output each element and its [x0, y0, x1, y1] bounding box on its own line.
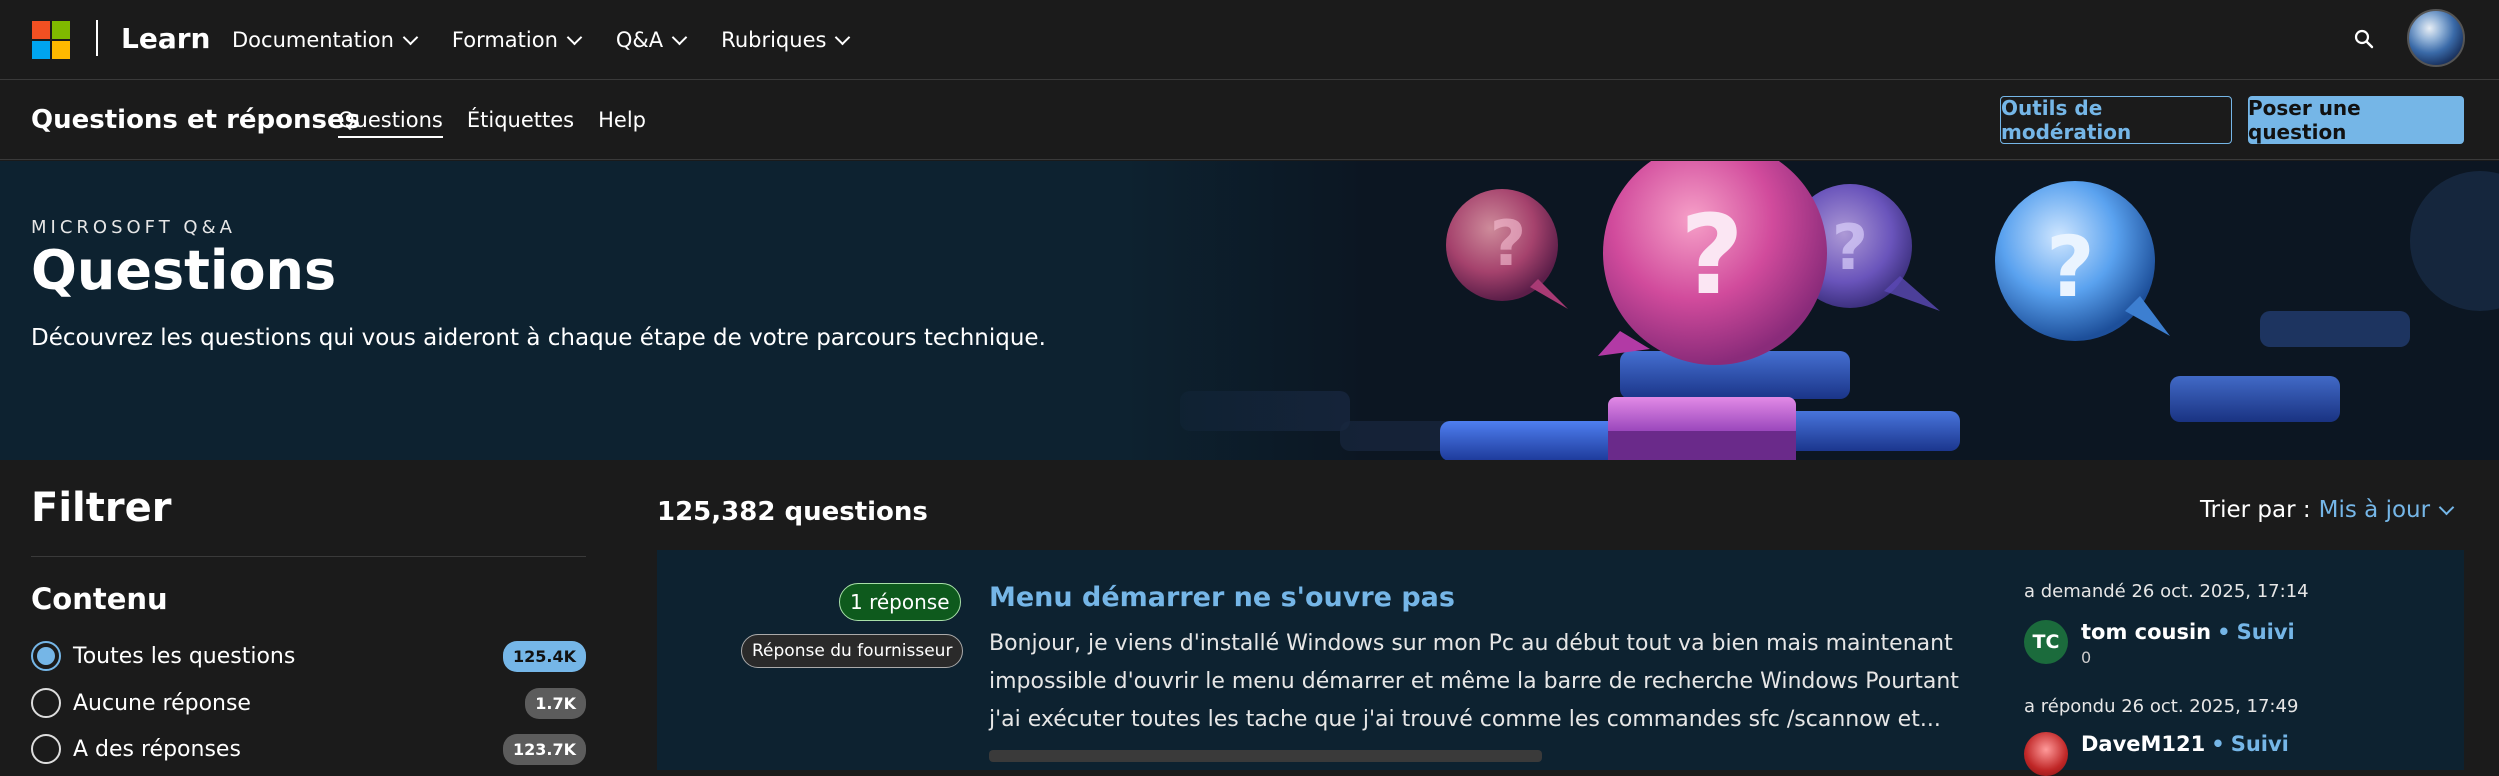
tab-questions[interactable]: Questions [338, 108, 443, 138]
user-name-row: DaveM121 • Suivi [2081, 732, 2289, 756]
top-header: Learn Documentation Formation Q&A Rubriq… [0, 0, 2499, 80]
chevron-down-icon [566, 29, 583, 45]
nav-label: Rubriques [721, 28, 827, 52]
user-avatar[interactable] [2024, 732, 2068, 776]
count-badge: 123.7K [502, 733, 586, 765]
sort-dropdown[interactable]: Trier par : Mis à jour [2200, 497, 2455, 523]
sort-label: Trier par : [2200, 497, 2311, 523]
sort-value[interactable]: Mis à jour [2319, 497, 2430, 523]
page-title: Questions [31, 239, 337, 302]
user-name-link[interactable]: tom cousin [2081, 620, 2211, 644]
question-title-link[interactable]: Menu démarrer ne s'ouvre pas [989, 582, 1455, 613]
tab-etiquettes[interactable]: Étiquettes [467, 108, 574, 138]
radio-button-checked[interactable] [31, 641, 61, 671]
vendor-answer-badge: Réponse du fournisseur [741, 634, 964, 668]
asker-info: TC tom cousin • Suivi 0 [2024, 620, 2464, 667]
user-name-row: tom cousin • Suivi [2081, 620, 2295, 644]
answerer-info: DaveM121 • Suivi [2024, 732, 2464, 776]
nav-label: Formation [451, 28, 558, 52]
nav-label: Q&A [615, 28, 664, 52]
hero-banner: MICROSOFT Q&A Questions Découvrez les qu… [0, 161, 2499, 460]
logo-divider [96, 20, 98, 56]
nav-qa[interactable]: Q&A [615, 28, 688, 52]
radio-button[interactable] [31, 688, 61, 718]
logo-square-yellow [52, 41, 70, 59]
filter-option-label: A des réponses [73, 736, 241, 762]
filter-option-label: Aucune réponse [73, 690, 251, 716]
answer-count-badge: 1 réponse [839, 583, 961, 621]
hero-description: Découvrez les questions qui vous aideron… [31, 325, 1046, 351]
answered-timestamp: a répondu 26 oct. 2025, 17:49 [2024, 696, 2299, 717]
hero-eyebrow: MICROSOFT Q&A [31, 217, 236, 238]
user-reputation: 0 [2081, 648, 2092, 667]
microsoft-logo[interactable] [32, 21, 70, 59]
filter-option-unanswered[interactable]: Aucune réponse 1.7K [31, 685, 586, 721]
nav-rubriques[interactable]: Rubriques [721, 28, 851, 52]
user-name-link[interactable]: DaveM121 [2081, 732, 2205, 756]
separator-dot: • [2211, 732, 2225, 756]
chevron-down-icon [671, 29, 688, 45]
moderation-tools-button[interactable]: Outils de modération [2000, 96, 2232, 144]
chevron-down-icon [402, 29, 419, 45]
search-icon[interactable] [2353, 28, 2375, 50]
question-count: 125,382 questions [657, 497, 928, 527]
filter-option-label: Toutes les questions [73, 643, 296, 669]
question-excerpt: Bonjour, je viens d'installé Windows sur… [989, 631, 1959, 732]
brand-learn-link[interactable]: Learn [121, 22, 210, 55]
avatar[interactable] [2407, 9, 2465, 67]
logo-square-red [32, 21, 50, 39]
top-nav: Documentation Formation Q&A Rubriques [232, 0, 884, 80]
count-badge: 1.7K [525, 687, 586, 719]
ask-question-button[interactable]: Poser une question [2248, 96, 2464, 144]
nav-documentation[interactable]: Documentation [232, 28, 419, 52]
chevron-down-icon [2438, 499, 2455, 515]
hero-illustration: ? ? ? ? [1120, 161, 2499, 460]
chevron-down-icon [835, 29, 851, 45]
filter-title: Filtrer [31, 485, 172, 531]
user-avatar[interactable]: TC [2024, 620, 2068, 664]
sub-nav: Questions Étiquettes Help [338, 108, 670, 138]
logo-square-blue [32, 41, 50, 59]
nav-formation[interactable]: Formation [451, 28, 583, 52]
filter-option-answered[interactable]: A des réponses 123.7K [31, 731, 586, 767]
divider [31, 556, 586, 557]
follow-link[interactable]: Suivi [2231, 732, 2289, 756]
filter-section-title: Contenu [31, 582, 168, 616]
logo-square-green [52, 21, 70, 39]
count-badge: 125.4K [502, 640, 586, 672]
section-title[interactable]: Questions et réponses [31, 105, 360, 135]
separator-dot: • [2217, 620, 2231, 644]
question-tag[interactable] [989, 750, 1542, 762]
asked-timestamp: a demandé 26 oct. 2025, 17:14 [2024, 581, 2309, 602]
tab-help[interactable]: Help [598, 108, 646, 138]
filter-option-all[interactable]: Toutes les questions 125.4K [31, 638, 586, 674]
radio-button[interactable] [31, 734, 61, 764]
nav-label: Documentation [232, 28, 394, 52]
follow-link[interactable]: Suivi [2237, 620, 2295, 644]
